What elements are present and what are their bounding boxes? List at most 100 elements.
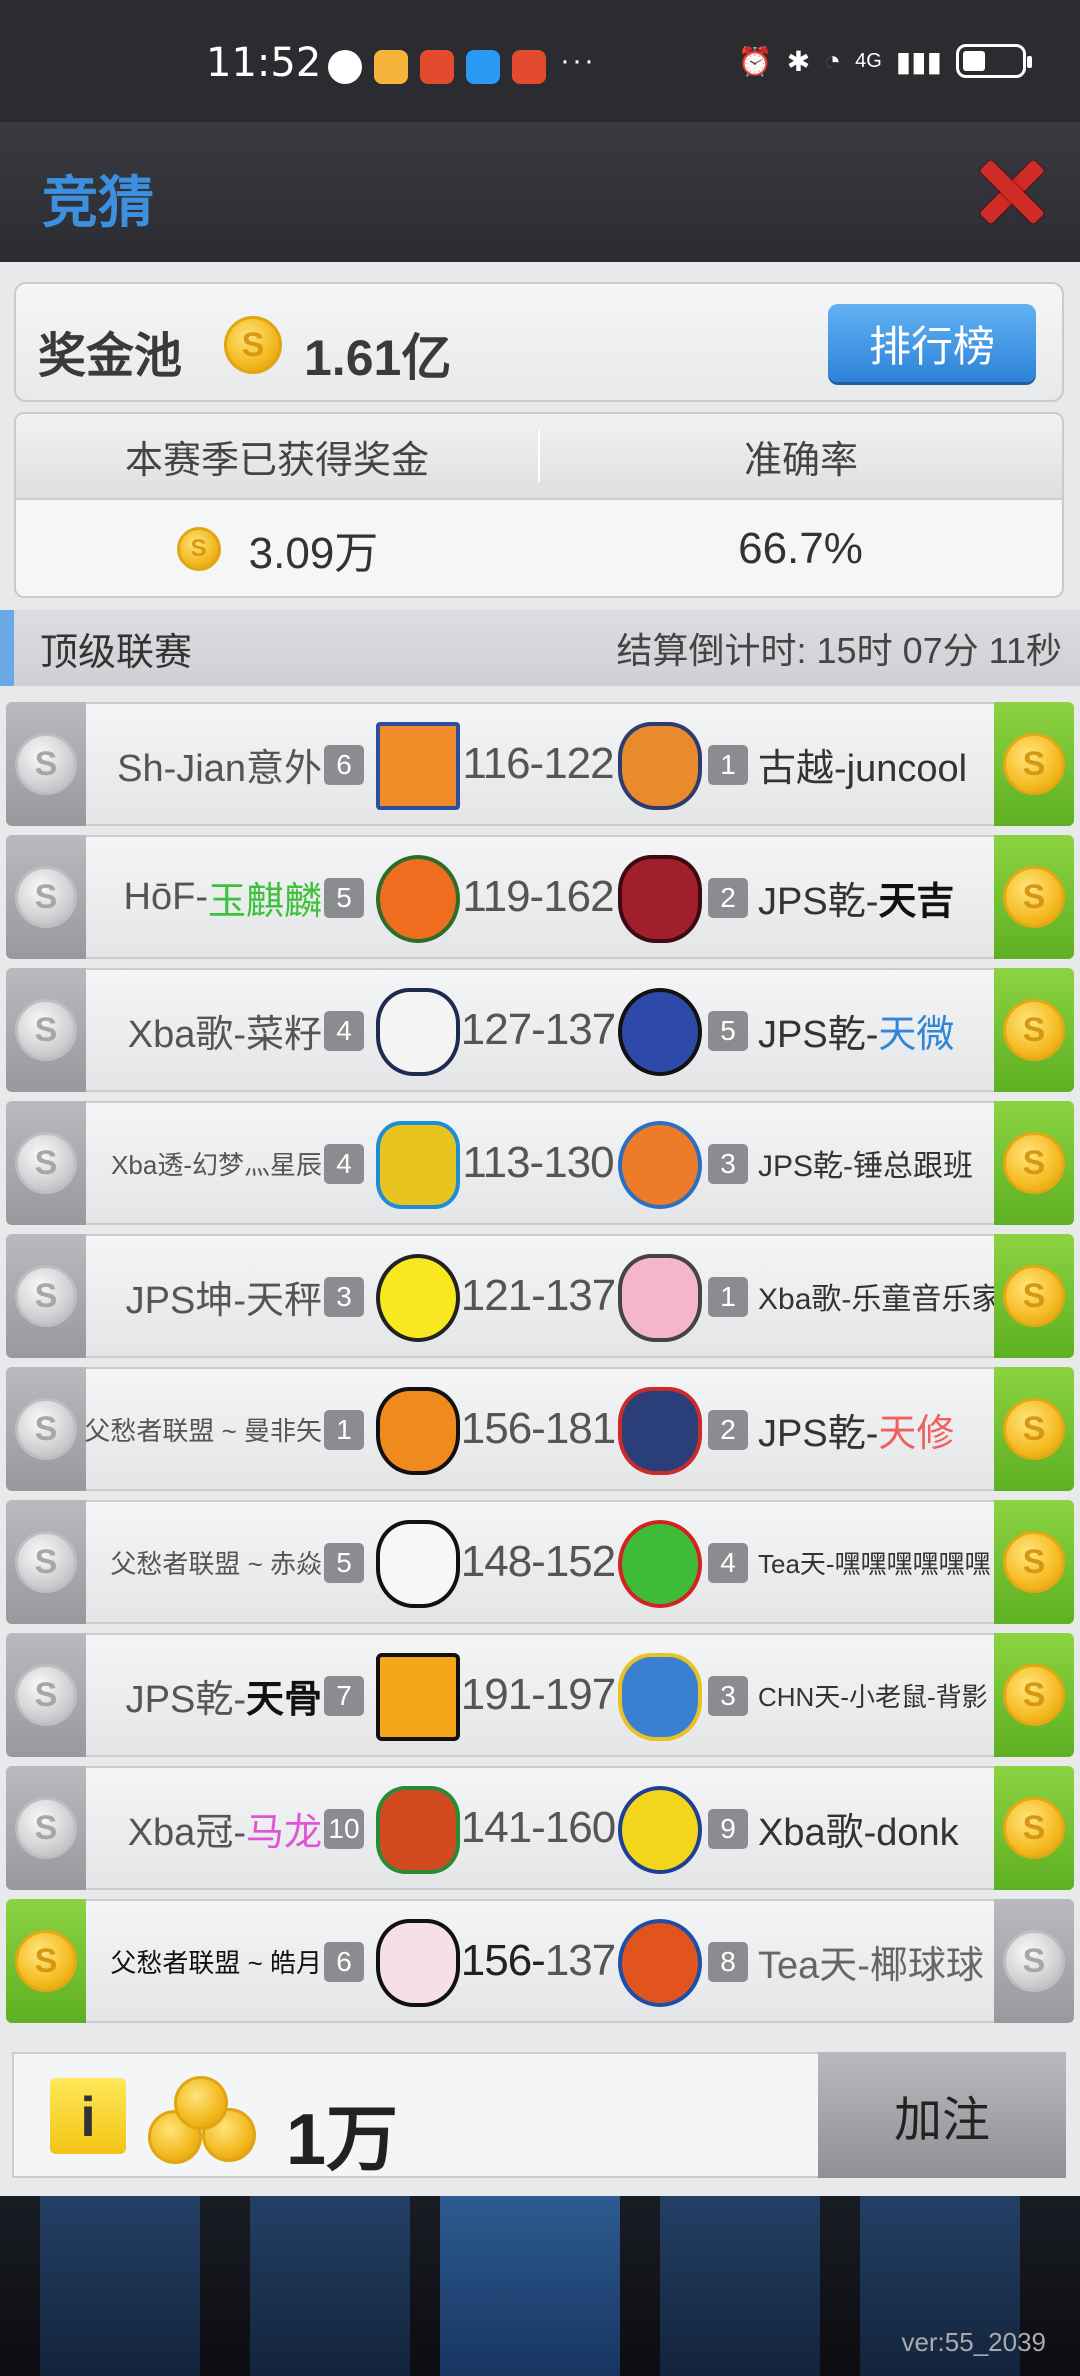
- coin-icon: S: [15, 866, 77, 928]
- match-score: 156-181: [460, 1404, 617, 1453]
- home-rank-badge: 3: [324, 1277, 364, 1317]
- team-logo-icon: [618, 1786, 702, 1874]
- home-player-name-highlight: 玉麒麟: [207, 880, 322, 923]
- team-logo-icon: [376, 1786, 460, 1874]
- away-rank-badge: 4: [708, 1543, 748, 1583]
- coin-icon: S: [15, 733, 77, 795]
- alarm-icon: ⏰: [737, 45, 773, 77]
- signal-icon: ▮▮▮: [895, 45, 942, 77]
- away-player-name: CHN天-小老鼠-背影: [758, 1681, 988, 1712]
- home-player-name: JPS坤-天秤: [125, 1279, 322, 1322]
- away-player-name: Tea天-椰球球: [758, 1944, 984, 1987]
- team-logo-icon: [376, 1653, 460, 1741]
- bet-home-button[interactable]: S: [6, 1101, 86, 1225]
- match-score: 119-162: [462, 872, 614, 921]
- home-rank-badge: 6: [324, 745, 364, 785]
- bet-away-button[interactable]: S: [994, 1101, 1074, 1225]
- coin-icon: S: [1003, 1398, 1065, 1460]
- bet-home-button[interactable]: S: [6, 702, 86, 826]
- qq-icon: [328, 50, 362, 84]
- away-player-name: JPS乾-: [758, 880, 879, 923]
- bet-away-button[interactable]: S: [994, 702, 1074, 826]
- leaderboard-button[interactable]: 排行榜: [828, 304, 1036, 382]
- bluetooth-icon: ✱: [786, 45, 811, 77]
- home-player: 父愁者联盟 ~ 赤焱: [110, 1502, 322, 1622]
- home-player-name: 父愁者联盟 ~ 赤焱: [110, 1548, 322, 1579]
- home-rank-badge: 5: [324, 1543, 364, 1583]
- away-rank-badge: 2: [708, 878, 748, 918]
- home-player: Xba冠- 马龙: [128, 1768, 322, 1888]
- coin-icon: S: [15, 999, 77, 1061]
- league-name: 顶级联赛: [40, 631, 193, 674]
- away-score: 160: [544, 1803, 616, 1852]
- match-row: S Xba歌-菜籽 4 127-137 5 JPS乾- 天微 S: [6, 968, 1074, 1092]
- away-rank-badge: 2: [708, 1410, 748, 1450]
- away-score: 162: [543, 872, 614, 921]
- team-logo-icon: [618, 722, 702, 810]
- bet-home-button[interactable]: S: [6, 968, 86, 1092]
- team-logo-icon: [376, 1520, 460, 1608]
- bet-away-button[interactable]: S: [994, 1234, 1074, 1358]
- home-player-name-highlight: 马龙: [245, 1811, 322, 1854]
- bet-home-button[interactable]: S: [6, 1500, 86, 1624]
- bet-away-button[interactable]: S: [994, 1367, 1074, 1491]
- raise-bet-button[interactable]: 加注: [818, 2052, 1066, 2178]
- nav-star-icon[interactable]: [40, 2196, 200, 2376]
- match-score: 127-137: [460, 1005, 617, 1054]
- nav-yen-icon[interactable]: [250, 2196, 410, 2376]
- main-panel: 奖金池 S 1.61亿 排行榜 本赛季已获得奖金 准确率 S 3.09万 66.…: [0, 262, 1080, 2196]
- bet-home-button[interactable]: S: [6, 1633, 86, 1757]
- match-score: 156-137: [460, 1936, 617, 1985]
- close-icon[interactable]: [970, 152, 1050, 232]
- home-player: 父愁者联盟 ~ 曼非矢: [84, 1369, 322, 1489]
- bet-away-button[interactable]: S: [994, 968, 1074, 1092]
- team-logo-icon: [618, 988, 702, 1076]
- version-label: ver:55_2039: [901, 2327, 1046, 2357]
- bet-home-button[interactable]: S: [6, 1766, 86, 1890]
- away-rank-badge: 5: [708, 1011, 748, 1051]
- header: 竞猜: [0, 122, 1080, 262]
- home-rank-badge: 4: [324, 1011, 364, 1051]
- bet-home-button[interactable]: S: [6, 1899, 86, 2023]
- bet-away-button[interactable]: S: [994, 835, 1074, 959]
- away-player-name: 古越-juncool: [758, 747, 968, 790]
- team-logo-icon: [376, 722, 460, 810]
- bet-away-button[interactable]: S: [994, 1500, 1074, 1624]
- home-player: Xba歌-菜籽: [128, 970, 322, 1090]
- home-player: Sh-Jian意外: [117, 704, 322, 824]
- bet-home-button[interactable]: S: [6, 1234, 86, 1358]
- home-score: 121: [460, 1271, 532, 1320]
- home-rank-badge: 6: [324, 1942, 364, 1982]
- bet-home-button[interactable]: S: [6, 835, 86, 959]
- away-score: 137: [544, 1936, 616, 1985]
- bottom-nav: ver:55_2039: [0, 2196, 1080, 2376]
- battery-icon: [956, 44, 1032, 78]
- match-row: S Sh-Jian意外 6 116-122 1 古越-juncool S: [6, 702, 1074, 826]
- prize-pool-value: 1.61亿: [304, 330, 452, 386]
- nav-tab-icon[interactable]: [440, 2196, 620, 2376]
- away-player: Tea天-嘿嘿嘿嘿嘿嘿: [758, 1502, 991, 1622]
- away-player: Tea天-椰球球: [758, 1901, 984, 2021]
- away-player-name: Xba歌-donk: [758, 1811, 959, 1854]
- season-stats: 本赛季已获得奖金 准确率 S 3.09万 66.7%: [14, 412, 1064, 598]
- match-row: S JPS乾- 天骨 7 191-197 3 CHN天-小老鼠-背影 S: [6, 1633, 1074, 1757]
- bet-away-button[interactable]: S: [994, 1899, 1074, 2023]
- more-notifications-icon: ···: [560, 44, 596, 77]
- bet-bar: i 1万 加注: [12, 2052, 1066, 2180]
- bet-home-button[interactable]: S: [6, 1367, 86, 1491]
- away-player: JPS乾-锤总跟班: [758, 1103, 973, 1223]
- away-player: JPS乾- 天吉: [758, 837, 954, 957]
- away-rank-badge: 1: [708, 1277, 748, 1317]
- home-rank-badge: 5: [324, 878, 364, 918]
- info-icon[interactable]: i: [50, 2078, 126, 2154]
- nav-chat-icon[interactable]: [660, 2196, 820, 2376]
- away-player: Xba歌-乐童音乐家: [758, 1236, 1001, 1356]
- notification-icons: [328, 50, 546, 84]
- league-bar: 顶级联赛 结算倒计时: 15时 07分 11秒: [0, 610, 1080, 686]
- home-score: 119: [462, 872, 530, 921]
- coin-icon: S: [15, 1664, 77, 1726]
- bet-away-button[interactable]: S: [994, 1633, 1074, 1757]
- away-player-name: JPS乾-锤总跟班: [758, 1150, 974, 1183]
- bet-away-button[interactable]: S: [994, 1766, 1074, 1890]
- away-score: 130: [543, 1138, 614, 1187]
